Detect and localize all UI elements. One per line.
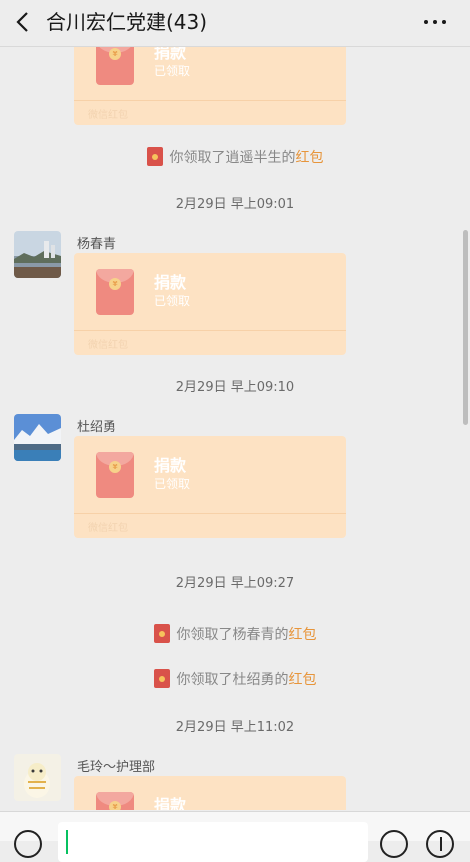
chevron-left-icon[interactable]: [14, 10, 34, 34]
red-envelope-icon: ¥: [96, 269, 134, 315]
avatar[interactable]: [14, 414, 61, 461]
sender-name: 毛玲～护理部: [77, 760, 156, 775]
timestamp: 2月29日 早上09:27: [175, 576, 295, 591]
message-input[interactable]: [58, 822, 368, 862]
packet-status: 已领取: [154, 477, 191, 491]
voice-icon[interactable]: [14, 830, 42, 858]
packet-title: 捐款: [154, 273, 187, 292]
notice-text: 你领取了杨春青的: [176, 627, 289, 643]
timestamp: 2月29日 早上11:02: [175, 720, 295, 735]
notice-link[interactable]: 红包: [289, 627, 317, 643]
emoji-icon[interactable]: [380, 830, 408, 858]
plus-icon[interactable]: [426, 830, 454, 858]
notice-text: 你领取了杜绍勇的: [176, 672, 289, 688]
red-packet-message[interactable]: ¥ 捐款 已领取 微信红包: [74, 436, 346, 538]
red-packet-message[interactable]: ¥ 捐款: [74, 776, 346, 810]
timestamp: 2月29日 早上09:01: [175, 197, 295, 212]
timestamp: 2月29日 早上09:10: [175, 380, 295, 395]
notice-link[interactable]: 红包: [296, 150, 324, 166]
red-packet-message[interactable]: ¥ 捐款 已领取 微信红包: [74, 253, 346, 355]
message-list[interactable]: ¥ 捐款 已领取 微信红包 你领取了逍遥半生的红包 2月29日 早上09:01 …: [0, 47, 470, 810]
red-packet-icon: [153, 624, 170, 643]
red-envelope-icon: ¥: [96, 452, 134, 498]
system-notice: 你领取了杨春青的红包: [0, 624, 470, 644]
more-dots-icon[interactable]: [424, 20, 448, 26]
system-notice: 你领取了逍遥半生的红包: [0, 147, 470, 167]
avatar[interactable]: [14, 754, 61, 801]
text-cursor: [66, 830, 68, 854]
notice-text: 你领取了逍遥半生的: [169, 150, 296, 166]
packet-footer: 微信红包: [88, 110, 128, 121]
red-envelope-icon: ¥: [96, 792, 134, 810]
chat-title: 合川宏仁党建(43): [46, 10, 208, 34]
red-packet-message[interactable]: ¥ 捐款 已领取 微信红包: [74, 47, 346, 125]
red-packet-icon: [146, 147, 163, 166]
packet-status: 已领取: [154, 294, 191, 308]
chat-header: 合川宏仁党建(43): [0, 0, 470, 47]
system-notice: 你领取了杜绍勇的红包: [0, 669, 470, 689]
packet-title: 捐款: [154, 796, 187, 810]
notice-link[interactable]: 红包: [289, 672, 317, 688]
packet-footer: 微信红包: [88, 523, 128, 534]
red-packet-icon: [153, 669, 170, 688]
packet-title: 捐款: [154, 456, 187, 475]
scrollbar[interactable]: [463, 230, 468, 425]
input-bar: [0, 811, 470, 862]
red-envelope-icon: ¥: [96, 47, 134, 85]
sender-name: 杜绍勇: [77, 420, 117, 435]
avatar[interactable]: [14, 231, 61, 278]
sender-name: 杨春青: [77, 237, 117, 252]
packet-footer: 微信红包: [88, 340, 128, 351]
packet-status: 已领取: [154, 64, 191, 78]
packet-title: 捐款: [154, 47, 187, 62]
